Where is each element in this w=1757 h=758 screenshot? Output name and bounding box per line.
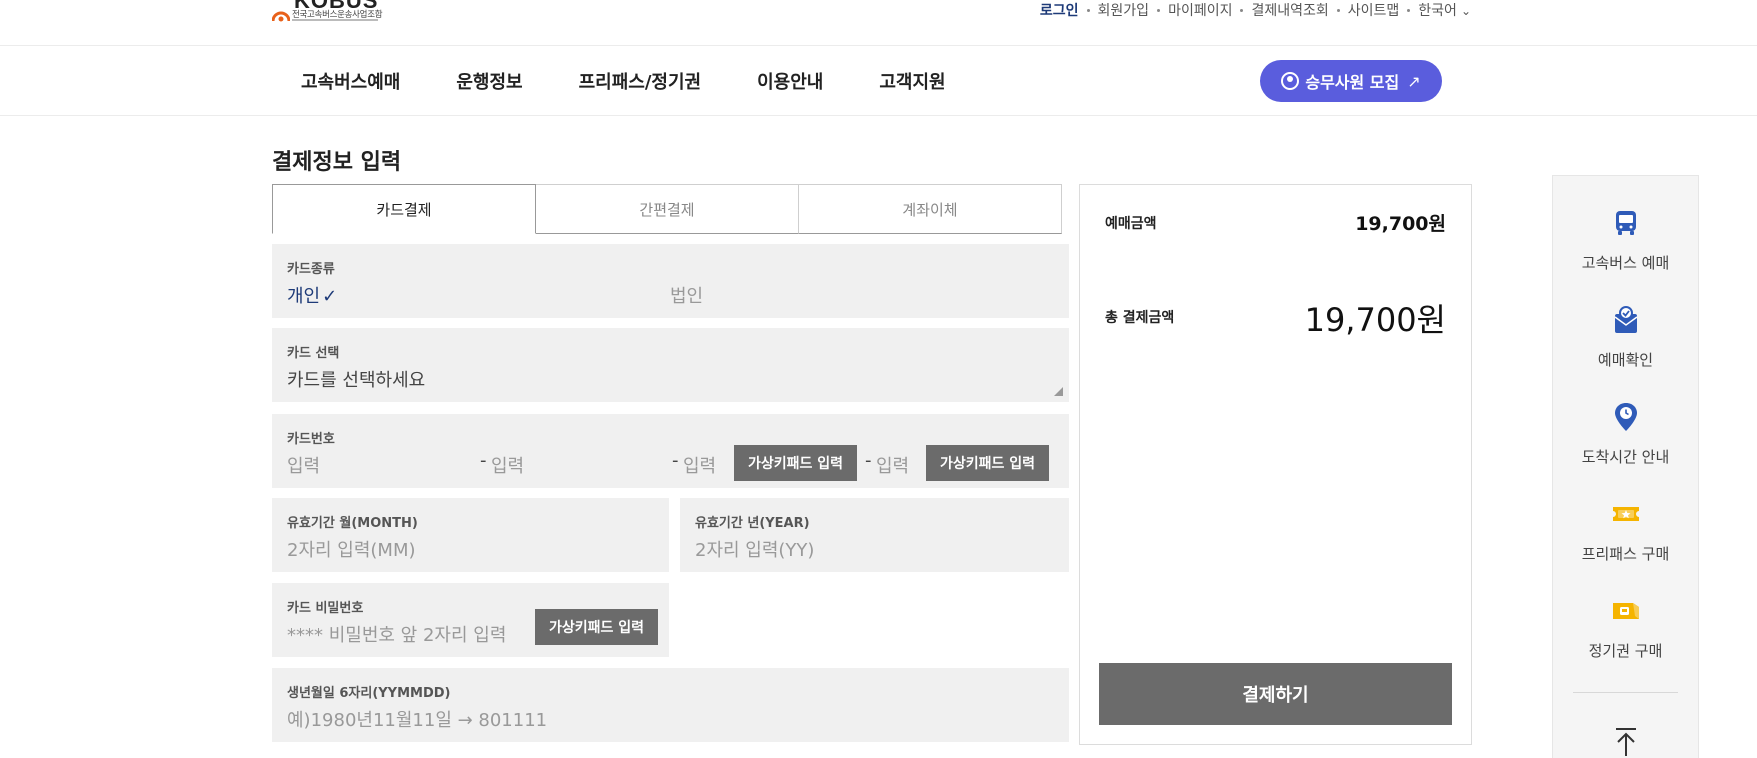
birth-date-label: 생년월일 6자리(YYMMDD) (287, 686, 451, 701)
nav-item-guide[interactable]: 이용안내 (757, 68, 823, 94)
nav-item-support[interactable]: 고객지원 (879, 68, 945, 94)
card-password-label: 카드 비밀번호 (287, 601, 364, 616)
scroll-top-icon[interactable] (1609, 724, 1643, 758)
birth-date-input[interactable]: 예)1980년11월11일 → 801111 (287, 706, 547, 732)
chevron-down-icon: ⌄ (1460, 4, 1471, 18)
expiry-year-field[interactable]: 유효기간 년(YEAR) 2자리 입력(YY) (680, 498, 1069, 572)
kobus-logo[interactable]: KOBUS 전국고속버스운송사업조합 (272, 0, 383, 30)
card-number-input-1[interactable]: 입력 (287, 452, 320, 478)
quick-item-arrival-time[interactable]: 도착시간 안내 (1553, 400, 1698, 467)
card-number-input-3[interactable]: 입력 (683, 452, 716, 478)
person-icon (1281, 72, 1300, 90)
check-icon: ✓ (322, 286, 338, 307)
freepass-ticket-icon (1612, 507, 1639, 521)
sitemap-link[interactable]: 사이트맵 (1348, 0, 1400, 20)
divider-dot (1336, 8, 1340, 12)
divider-dot (1240, 8, 1244, 12)
bus-icon (1615, 211, 1636, 235)
card-number-input-2[interactable]: 입력 (491, 452, 524, 478)
quick-item-label: 도착시간 안내 (1581, 448, 1670, 466)
card-kind-personal-option[interactable]: 개인 ✓ (287, 282, 337, 308)
language-select[interactable]: 한국어 ⌄ (1418, 0, 1471, 20)
resize-grip-icon (1054, 387, 1063, 396)
quick-menu-divider (1573, 692, 1678, 693)
dash-separator: - (672, 450, 679, 471)
nav-item-bus-reservation[interactable]: 고속버스예매 (301, 68, 400, 94)
utility-menu: 로그인 회원가입 마이페이지 결제내역조회 사이트맵 한국어 ⌄ (1040, 0, 1471, 20)
expiry-month-field[interactable]: 유효기간 월(MONTH) 2자리 입력(MM) (272, 498, 669, 572)
nav-item-operation-info[interactable]: 운행정보 (456, 68, 522, 94)
expiry-year-input[interactable]: 2자리 입력(YY) (695, 536, 814, 562)
card-kind-field: 카드종류 개인 ✓ 법인 (272, 244, 1069, 318)
card-select-field[interactable]: 카드 선택 카드를 선택하세요 (272, 328, 1069, 402)
card-number-field: 카드번호 입력 - 입력 - 입력 가상키패드 입력 - 입력 가상키패드 입력 (272, 414, 1069, 488)
pay-button[interactable]: 결제하기 (1099, 663, 1452, 725)
join-link[interactable]: 회원가입 (1098, 0, 1150, 20)
expiry-year-label: 유효기간 년(YEAR) (695, 516, 810, 531)
top-utility-bar: KOBUS 전국고속버스운송사업조합 로그인 회원가입 마이페이지 결제내역조회… (0, 0, 1757, 46)
birth-date-field[interactable]: 생년월일 6자리(YYMMDD) 예)1980년11월11일 → 801111 (272, 668, 1069, 742)
payment-summary-panel: 예매금액 19,700원 총 결제금액 19,700원 결제하기 (1079, 184, 1472, 745)
season-ticket-icon (1612, 603, 1639, 619)
quick-item-label: 예매확인 (1597, 351, 1654, 369)
reserve-amount-value: 19,700원 (1355, 213, 1446, 235)
card-number-keypad-button-3[interactable]: 가상키패드 입력 (734, 445, 857, 481)
quick-item-label: 프리패스 구매 (1581, 545, 1670, 563)
card-number-input-4[interactable]: 입력 (876, 452, 909, 478)
quick-item-label: 고속버스 예매 (1581, 254, 1670, 272)
tab-easy-payment[interactable]: 간편결제 (536, 184, 799, 234)
reserve-amount-label: 예매금액 (1105, 216, 1157, 232)
total-amount-value: 19,700원 (1304, 301, 1446, 339)
dash-separator: - (480, 450, 487, 471)
nav-item-freepass[interactable]: 프리패스/정기권 (579, 68, 702, 94)
logo-mark-icon (272, 11, 290, 22)
main-nav: 고속버스예매 운행정보 프리패스/정기권 이용안내 고객지원 승무사원 모집 ↗ (0, 46, 1757, 116)
payment-method-tabs: 카드결제 간편결제 계좌이체 (272, 184, 1062, 234)
main-nav-items: 고속버스예매 운행정보 프리패스/정기권 이용안내 고객지원 (272, 46, 972, 116)
ticket-check-icon (1614, 306, 1637, 333)
page-title: 결제정보 입력 (272, 150, 402, 175)
card-number-keypad-button-4[interactable]: 가상키패드 입력 (926, 445, 1049, 481)
logo-underline (292, 19, 378, 21)
total-amount-label: 총 결제금액 (1105, 310, 1175, 326)
quick-item-season-ticket[interactable]: 정기권 구매 (1553, 594, 1698, 661)
mypage-link[interactable]: 마이페이지 (1168, 0, 1232, 20)
card-password-input[interactable]: **** 비밀번호 앞 2자리 입력 (287, 621, 506, 647)
login-link[interactable]: 로그인 (1040, 0, 1079, 20)
expiry-month-label: 유효기간 월(MONTH) (287, 516, 418, 531)
expiry-month-input[interactable]: 2자리 입력(MM) (287, 536, 416, 562)
personal-label: 개인 (287, 286, 321, 307)
card-kind-label: 카드종류 (287, 262, 335, 277)
external-arrow-icon: ↗ (1407, 71, 1421, 91)
recruit-label: 승무사원 모집 (1305, 73, 1400, 92)
divider-dot (1407, 8, 1411, 12)
quick-item-freepass[interactable]: 프리패스 구매 (1553, 497, 1698, 564)
card-password-field: 카드 비밀번호 **** 비밀번호 앞 2자리 입력 가상키패드 입력 (272, 583, 669, 657)
recruit-button[interactable]: 승무사원 모집 ↗ (1260, 60, 1442, 102)
password-keypad-button[interactable]: 가상키패드 입력 (535, 609, 658, 645)
tab-bank-transfer[interactable]: 계좌이체 (799, 184, 1062, 234)
quick-item-bus-reservation[interactable]: 고속버스 예매 (1553, 206, 1698, 273)
quick-item-label: 정기권 구매 (1588, 642, 1663, 660)
divider-dot (1157, 8, 1161, 12)
language-label: 한국어 (1418, 3, 1457, 19)
tab-card-payment[interactable]: 카드결제 (272, 184, 536, 234)
dash-separator: - (865, 450, 872, 471)
quick-menu: 고속버스 예매 예매확인 도착시간 안내 프리패스 구매 정기권 구매 (1552, 175, 1699, 758)
location-clock-icon (1614, 403, 1637, 431)
card-select-label: 카드 선택 (287, 346, 340, 361)
card-kind-corporate-option[interactable]: 법인 (670, 282, 703, 308)
card-number-label: 카드번호 (287, 432, 335, 447)
payment-history-link[interactable]: 결제내역조회 (1251, 0, 1328, 20)
divider-dot (1086, 8, 1090, 12)
quick-item-reservation-check[interactable]: 예매확인 (1553, 303, 1698, 370)
card-select-value: 카드를 선택하세요 (287, 370, 426, 391)
